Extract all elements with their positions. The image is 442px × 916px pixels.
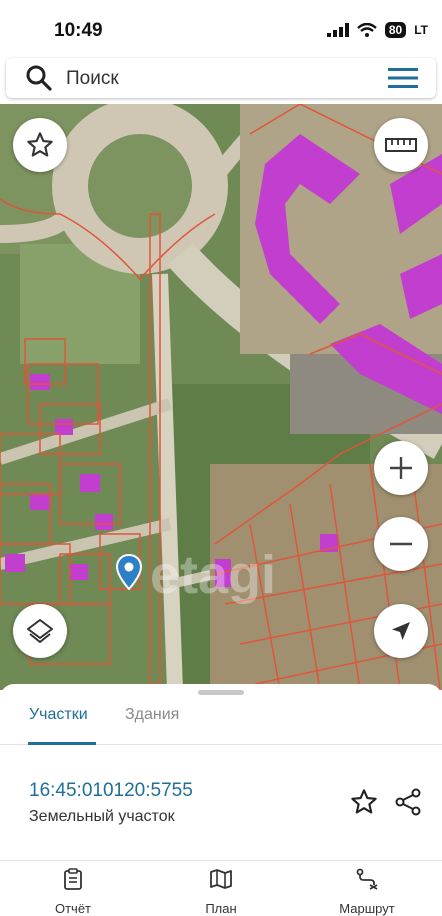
- navigation-arrow-icon: [392, 622, 410, 640]
- favorite-button[interactable]: [13, 118, 67, 172]
- tab-parcels[interactable]: Участки: [29, 706, 88, 724]
- ruler-button[interactable]: [374, 118, 428, 172]
- status-icons: 80 LT: [326, 22, 428, 38]
- search-input[interactable]: Поиск: [66, 68, 119, 90]
- sheet-tabs: Участки Здания: [0, 700, 442, 745]
- zoom-in-button[interactable]: [374, 441, 428, 495]
- search-bar[interactable]: Поиск: [6, 58, 436, 98]
- active-tab-indicator: [28, 742, 96, 745]
- sheet-drag-handle[interactable]: [198, 690, 244, 695]
- layers-icon: [27, 619, 53, 643]
- layers-button[interactable]: [13, 604, 67, 658]
- tab-buildings[interactable]: Здания: [125, 706, 179, 724]
- minus-icon: [390, 542, 412, 546]
- map-watermark: etagi: [150, 545, 277, 605]
- parcel-type-label: Земельный участок: [29, 808, 175, 825]
- hamburger-menu-icon[interactable]: [388, 68, 418, 88]
- plus-icon: [390, 457, 412, 479]
- status-bar: 10:49 80 LT: [0, 0, 442, 58]
- cadastral-number-link[interactable]: 16:45:010120:5755: [29, 780, 193, 802]
- location-pin-icon[interactable]: [116, 554, 142, 590]
- signal-icon: [326, 23, 349, 37]
- favorite-parcel-star-icon[interactable]: [350, 788, 378, 816]
- satellite-map[interactable]: etagi: [0, 104, 442, 690]
- star-icon: [27, 132, 53, 157]
- carrier-label: LT: [414, 23, 428, 37]
- bottom-navbar: Отчёт План Маршрут: [0, 864, 442, 916]
- nav-report[interactable]: Отчёт: [28, 868, 118, 916]
- clipboard-icon: [64, 868, 82, 890]
- status-time: 10:49: [54, 20, 103, 41]
- share-icon[interactable]: [394, 788, 422, 816]
- nav-route[interactable]: Маршрут: [322, 868, 412, 916]
- bottom-sheet[interactable]: Участки Здания 16:45:010120:5755 Земельн…: [0, 684, 442, 916]
- battery-indicator: 80: [384, 22, 407, 38]
- nav-plan-label: План: [205, 901, 237, 916]
- wifi-icon: [357, 23, 377, 37]
- locate-me-button[interactable]: [374, 604, 428, 658]
- zoom-out-button[interactable]: [374, 517, 428, 571]
- nav-plan[interactable]: План: [176, 868, 266, 916]
- nav-report-label: Отчёт: [54, 901, 92, 916]
- sheet-divider: [0, 860, 442, 861]
- ruler-icon: [385, 138, 417, 152]
- search-icon[interactable]: [26, 65, 52, 91]
- nav-route-label: Маршрут: [339, 901, 395, 916]
- route-icon: [356, 868, 378, 890]
- map-icon: [210, 869, 232, 889]
